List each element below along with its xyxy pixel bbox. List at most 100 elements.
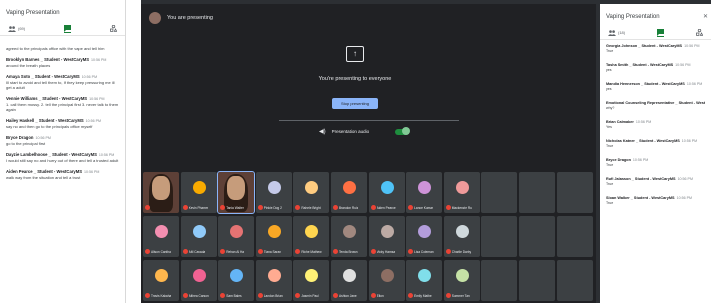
message-sender: Vennie Williams _ Student - WestCaryMS: [6, 96, 88, 101]
participant-label: Lisa Coleman: [408, 249, 441, 254]
chat-message-list: Georgia Johnson _ Student - WestCaryMS 10…: [600, 40, 711, 206]
participant-tile[interactable]: [556, 260, 593, 301]
participant-name: Aiden Pearce: [376, 205, 396, 210]
participant-tile[interactable]: AM Cavada: [180, 216, 217, 257]
message-time: 10:56 PM: [35, 136, 51, 140]
participant-tile[interactable]: Althea Carson: [180, 260, 217, 301]
participant-tile[interactable]: Kevin Phamm: [180, 172, 217, 213]
participant-tile[interactable]: Aiden Pearce: [368, 172, 405, 213]
participant-label: [145, 205, 178, 210]
avatar: [230, 269, 244, 282]
chat-message: Emotional Counseling Representative _ St…: [606, 101, 705, 111]
participant-tile[interactable]: [143, 172, 179, 213]
message-header: Bryce Dragon 10:56 PM: [6, 135, 119, 140]
tab-chat[interactable]: [657, 28, 665, 37]
message-sender: Rufi Jalasson _ Student - WestCaryMS: [606, 177, 676, 181]
participant-tile[interactable]: Tania Walter: [217, 171, 256, 214]
mic-off-icon: [370, 249, 376, 254]
message-header: Brian Calmaker 10:56 PM: [606, 120, 705, 124]
participant-tile[interactable]: Sam Bales: [218, 260, 255, 301]
chat-icon: [64, 24, 72, 32]
participant-tile[interactable]: Rahele Bright: [293, 172, 330, 213]
participant-tile[interactable]: Summer Tan: [443, 260, 480, 301]
participant-name: Emily Mathe: [414, 293, 432, 298]
participant-tile[interactable]: [518, 260, 555, 301]
mic-off-icon: [145, 205, 150, 210]
chat-message: Brian Calmaker 10:56 PM Yes: [606, 120, 705, 130]
avatar: [455, 269, 469, 282]
tab-activities[interactable]: [110, 25, 117, 32]
participant-tile[interactable]: Travis Kakaha: [143, 260, 179, 301]
participant-label: Emily Mathe: [408, 293, 441, 298]
mic-off-icon: [220, 293, 226, 298]
avatar: [305, 269, 319, 282]
participant-tile[interactable]: Charlie Darby: [443, 216, 480, 257]
message-sender: Tasha Smith _ Student - WestCaryMS: [606, 63, 674, 67]
mic-off-icon: [370, 293, 376, 298]
mic-off-icon: [145, 249, 150, 254]
participant-tile[interactable]: Riche Mathew: [293, 216, 330, 257]
message-text: True: [606, 201, 614, 205]
avatar: [305, 225, 319, 238]
participant-tile[interactable]: Alison Cantha: [143, 216, 179, 257]
participant-tile[interactable]: [481, 216, 518, 257]
chat-message: Aiden Pearce _ Student - WestCaryMS 10:56…: [6, 169, 119, 180]
message-header: Bryce Dragon 10:56 PM: [606, 158, 705, 162]
participant-tile[interactable]: Ashton Jane: [330, 260, 367, 301]
participant-tile[interactable]: Tiana Saran: [255, 216, 292, 257]
participant-tile[interactable]: Lance Kumar: [406, 172, 443, 213]
participant-tile[interactable]: Vicky Hamsa: [368, 216, 405, 257]
message-header: Nicholas Katner _ Student - WestCaryMS 10…: [606, 139, 705, 143]
message-sender: Sloan Walker _ Student - WestCaryMS: [606, 196, 675, 200]
participant-tile[interactable]: Mackenzie Ru: [443, 172, 480, 213]
participant-label: Althea Carson: [182, 293, 216, 298]
avatar: [192, 225, 206, 238]
panel-title: Vaping Presentation: [6, 10, 60, 16]
tab-people[interactable]: (69): [8, 25, 25, 32]
close-icon[interactable]: ✕: [703, 13, 708, 20]
participant-name: Summer Tan: [451, 293, 470, 298]
avatar: [418, 269, 432, 282]
participant-tile[interactable]: Elton: [368, 260, 405, 301]
tab-activities[interactable]: [696, 29, 703, 36]
participant-tile[interactable]: [481, 260, 518, 301]
message-header: Mandia Hennerson _ Student - WestCaryMS 1…: [606, 82, 705, 86]
participant-name: Charlie Darby: [451, 249, 472, 254]
participant-tile[interactable]: [556, 172, 593, 213]
tab-people[interactable]: (18): [608, 29, 626, 36]
mic-off-icon: [445, 205, 451, 210]
participant-tile[interactable]: Jasmin Paul: [293, 260, 330, 301]
participant-label: Aiden Pearce: [370, 205, 404, 210]
mic-off-icon: [295, 249, 301, 254]
mic-off-icon: [332, 249, 338, 254]
participant-tile[interactable]: Rehan Al Ha: [218, 216, 255, 257]
participant-tile[interactable]: Pinkie Dog 2: [255, 172, 292, 213]
participant-tile[interactable]: Tenda Brown: [330, 216, 367, 257]
message-sender: Brian Calmaker: [606, 120, 634, 124]
stop-presenting-button[interactable]: Stop presenting: [332, 98, 378, 109]
participant-tile[interactable]: [481, 172, 518, 213]
participant-tile[interactable]: Brandon Ruiz: [330, 172, 367, 213]
participant-tile[interactable]: [518, 172, 555, 213]
participant-name: Mackenzie Ru: [451, 205, 472, 210]
message-sender: Hailey Haskell _ Student - WestCaryMS: [6, 118, 84, 123]
participant-tile[interactable]: Emily Mathe: [406, 260, 443, 301]
chat-message: agreed to the principals office with the…: [6, 40, 119, 51]
right-chat-panel: Vaping Presentation ✕ (18) Georgia Johns…: [600, 4, 711, 303]
participant-tile[interactable]: Lisa Coleman: [406, 216, 443, 257]
people-count: (18): [618, 30, 626, 35]
message-text: Yes: [606, 125, 612, 129]
participant-name: Rahele Bright: [301, 205, 321, 210]
participant-name: Jasmin Paul: [301, 293, 319, 298]
participant-tile[interactable]: Landon Brian: [255, 260, 292, 301]
tab-chat[interactable]: [64, 24, 72, 33]
message-header: Dayzie Lambelhoose _ Student - WestCaryM…: [6, 152, 119, 157]
participant-tile[interactable]: [518, 216, 555, 257]
presenting-message: You're presenting to everyone: [318, 76, 392, 82]
message-text: True: [606, 49, 614, 53]
message-text: True: [606, 182, 614, 186]
message-time: 10:56 PM: [85, 119, 102, 123]
participant-tile[interactable]: [556, 216, 593, 257]
presentation-audio-toggle[interactable]: [395, 127, 411, 135]
message-time: 10:56 PM: [91, 58, 107, 62]
